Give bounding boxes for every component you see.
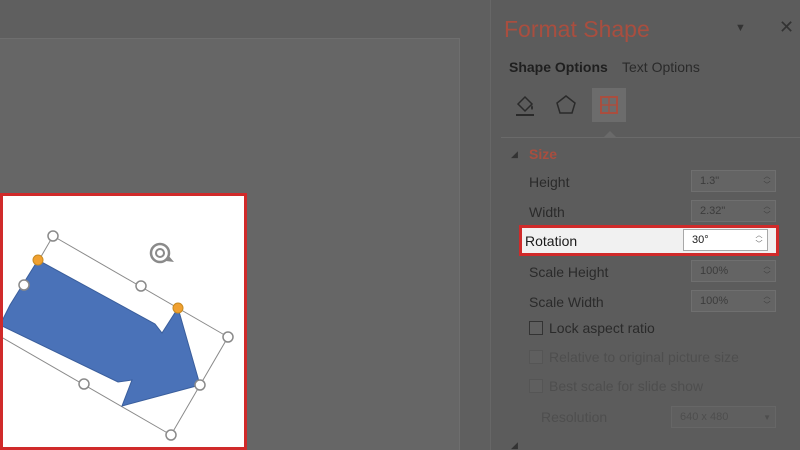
resolution-select: 640 x 480 ▼ xyxy=(671,406,776,428)
chevron-down-icon: ▼ xyxy=(763,413,771,422)
resolution-value: 640 x 480 xyxy=(680,411,729,423)
effects-icon[interactable] xyxy=(549,88,583,122)
scale-width-label: Scale Width xyxy=(529,294,604,310)
divider xyxy=(501,137,800,138)
scale-width-field[interactable]: 100% ︿ ﹀ xyxy=(691,290,776,312)
spin-up-icon[interactable]: ︿ xyxy=(762,172,772,181)
adjust-handle[interactable] xyxy=(32,254,44,266)
resize-handle[interactable] xyxy=(194,379,206,391)
resize-handle[interactable] xyxy=(18,279,30,291)
tab-shape-options[interactable]: Shape Options xyxy=(509,59,608,75)
spin-down-icon[interactable]: ﹀ xyxy=(762,271,772,280)
best-scale-checkbox xyxy=(529,379,543,393)
collapse-triangle-icon[interactable]: ◢ xyxy=(511,149,518,160)
size-properties-icon[interactable] xyxy=(592,88,626,122)
width-field[interactable]: 2.32" ︿ ﹀ xyxy=(691,200,776,222)
height-label: Height xyxy=(529,174,570,190)
scale-height-value: 100% xyxy=(700,265,729,277)
best-scale-label: Best scale for slide show xyxy=(549,378,704,394)
pane-title: Format Shape xyxy=(504,16,650,42)
close-icon[interactable]: ✕ xyxy=(779,17,794,38)
resize-handle[interactable] xyxy=(165,429,177,441)
relative-original-checkbox xyxy=(529,350,543,364)
resize-handle[interactable] xyxy=(47,230,59,242)
lock-aspect-checkbox[interactable] xyxy=(529,321,543,335)
height-value: 1.3" xyxy=(700,175,720,187)
spin-down-icon[interactable]: ﹀ xyxy=(762,301,772,310)
slide-canvas xyxy=(0,0,490,450)
rotation-row-highlight: Rotation 30° ︿ ﹀ xyxy=(519,225,779,256)
resize-handle[interactable] xyxy=(135,280,147,292)
spin-down-icon[interactable]: ﹀ xyxy=(762,181,772,190)
format-shape-pane: Format Shape ▼ ✕ Shape Options Text Opti… xyxy=(490,0,800,450)
dropdown-icon[interactable]: ▼ xyxy=(735,22,746,34)
scale-height-field[interactable]: 100% ︿ ﹀ xyxy=(691,260,776,282)
resolution-label: Resolution xyxy=(541,409,608,425)
spin-up-icon[interactable]: ︿ xyxy=(762,202,772,211)
spin-up-icon[interactable]: ︿ xyxy=(762,292,772,301)
expand-triangle-icon[interactable]: ◢ xyxy=(511,440,518,450)
selected-shape-highlight xyxy=(0,193,247,450)
relative-original-label: Relative to original picture size xyxy=(549,349,739,365)
rotation-value: 30° xyxy=(692,234,709,246)
spin-up-icon[interactable]: ︿ xyxy=(754,231,764,240)
section-title-size[interactable]: Size xyxy=(529,146,557,162)
tab-text-options[interactable]: Text Options xyxy=(622,59,700,75)
scale-height-label: Scale Height xyxy=(529,264,609,280)
rotation-label: Rotation xyxy=(525,233,578,249)
spin-up-icon[interactable]: ︿ xyxy=(762,262,772,271)
fill-line-icon[interactable] xyxy=(508,88,542,122)
rotate-handle-icon[interactable] xyxy=(149,242,174,264)
resize-handle[interactable] xyxy=(222,331,234,343)
lock-aspect-label[interactable]: Lock aspect ratio xyxy=(549,320,655,336)
resize-handle[interactable] xyxy=(78,378,90,390)
width-value: 2.32" xyxy=(700,205,726,217)
spin-down-icon[interactable]: ﹀ xyxy=(762,211,772,220)
height-field[interactable]: 1.3" ︿ ﹀ xyxy=(691,170,776,192)
spin-down-icon[interactable]: ﹀ xyxy=(754,240,764,249)
scale-width-value: 100% xyxy=(700,295,729,307)
adjust-handle[interactable] xyxy=(172,302,184,314)
right-arrow-shape[interactable] xyxy=(3,259,201,407)
rotation-field[interactable]: 30° ︿ ﹀ xyxy=(683,229,768,251)
width-label: Width xyxy=(529,204,565,220)
